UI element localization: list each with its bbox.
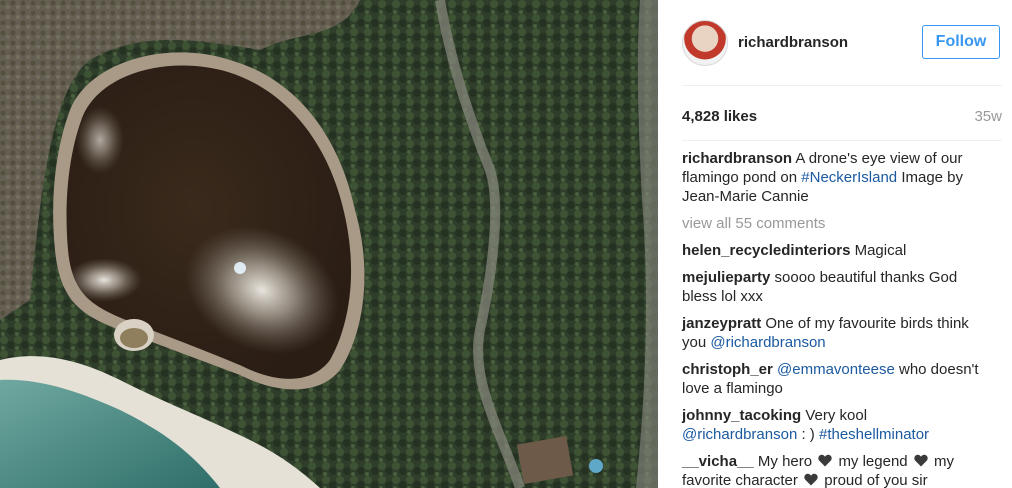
comment-username[interactable]: christoph_er [682,361,773,378]
comment-item: christoph_er @emmavonteese who doesn't l… [682,360,982,398]
comment-username[interactable]: janzeypratt [682,315,761,332]
mention-link[interactable]: @richardbranson [710,334,825,351]
comment-item: johnny_tacoking Very kool @richardbranso… [682,406,982,444]
post-photo[interactable] [0,0,658,488]
comment-username[interactable]: helen_recycledinteriors [682,242,850,259]
comments-list: richardbranson A drone's eye view of our… [682,149,982,488]
comment-text: Magical [854,242,907,259]
comment-text: proud of you sir [824,472,928,488]
comment-text: my legend [838,453,908,470]
mention-link[interactable]: @richardbranson [682,426,797,443]
post-details-panel: richardbranson Follow 4,828 likes 35w ri… [658,0,1012,488]
header-divider [682,85,1002,86]
comment-item: __vicha__ My hero my legend my favorite … [682,452,982,488]
hashtag-link[interactable]: #theshellminator [819,426,929,443]
like-count[interactable]: 4,828 likes [682,108,757,125]
post-header: richardbranson Follow [682,20,1002,68]
comment-username[interactable]: mejulieparty [682,269,770,286]
likes-divider [682,140,1002,141]
instagram-post: richardbranson Follow 4,828 likes 35w ri… [0,0,1012,488]
hashtag-link[interactable]: #NeckerIsland [801,169,897,186]
comment-username[interactable]: johnny_tacoking [682,407,801,424]
profile-avatar[interactable] [682,20,728,66]
comment-item: janzeypratt One of my favourite birds th… [682,314,982,352]
comment-username[interactable]: __vicha__ [682,453,754,470]
black-heart-icon [804,473,818,486]
mention-link[interactable]: @emmavonteese [777,361,895,378]
comment-item: helen_recycledinteriors Magical [682,241,982,260]
caption: richardbranson A drone's eye view of our… [682,149,982,206]
aerial-flamingo-pond-image [0,0,658,488]
black-heart-icon [818,454,832,467]
post-age[interactable]: 35w [974,108,1002,125]
follow-button[interactable]: Follow [922,25,1000,59]
view-all-comments-link[interactable]: view all 55 comments [682,214,982,233]
comment-text: Very kool [805,407,868,424]
comment-text: My hero [757,453,813,470]
comment-text-emoticon: : ) [801,426,815,443]
post-author-username[interactable]: richardbranson [738,34,848,51]
caption-username[interactable]: richardbranson [682,150,792,167]
likes-row: 4,828 likes 35w [682,108,1002,125]
black-heart-icon [914,454,928,467]
comment-item: mejulieparty soooo beautiful thanks God … [682,268,982,306]
